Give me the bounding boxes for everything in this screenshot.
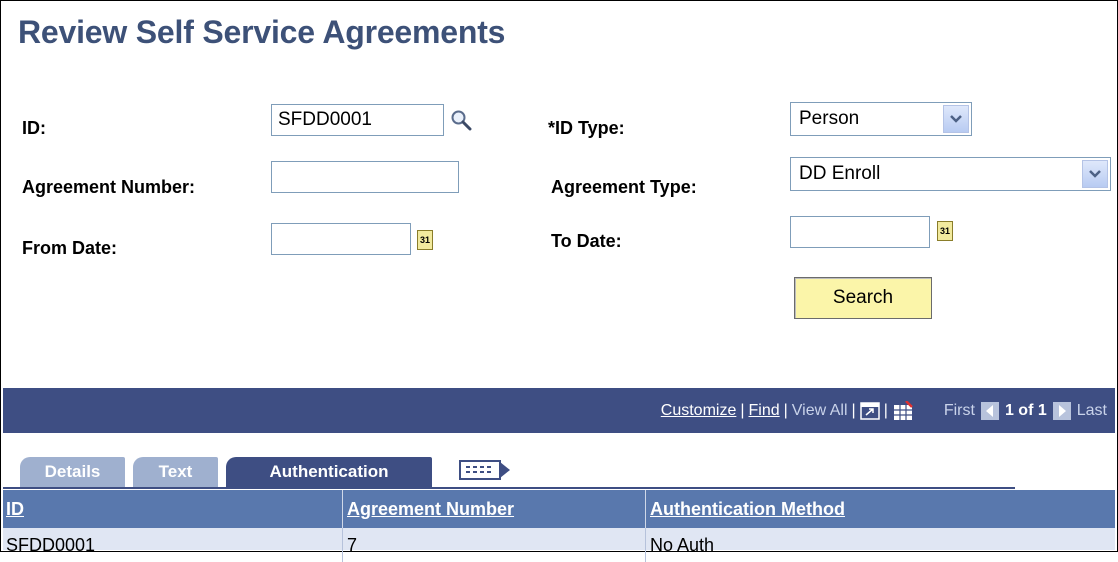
to-date-input[interactable] <box>790 216 930 248</box>
from-date-input[interactable] <box>271 223 411 255</box>
id-label: ID: <box>22 118 46 138</box>
column-header-id[interactable]: ID <box>3 490 343 528</box>
agreement-type-label: Agreement Type: <box>551 177 697 197</box>
column-header-agreement-number[interactable]: Agreement Number <box>344 490 646 528</box>
tab-details[interactable]: Details <box>20 457 125 487</box>
tab-underline <box>3 487 1015 489</box>
chevron-down-icon[interactable] <box>1082 160 1108 188</box>
previous-arrow-icon[interactable] <box>980 402 999 420</box>
calendar-icon[interactable]: 31 <box>417 230 433 250</box>
id-type-value: Person <box>799 108 860 129</box>
agreement-type-value: DD Enroll <box>799 163 881 184</box>
cell-agreement-number: 7 <box>344 528 646 562</box>
new-window-icon[interactable] <box>859 402 880 420</box>
search-button[interactable]: Search <box>794 277 932 319</box>
tab-authentication[interactable]: Authentication <box>226 457 432 487</box>
agreement-number-input[interactable] <box>271 161 459 193</box>
customize-link[interactable]: Customize <box>661 402 737 420</box>
next-arrow-icon[interactable] <box>1052 402 1071 420</box>
cell-id: SFDD0001 <box>3 528 343 562</box>
from-date-label: From Date: <box>22 238 118 258</box>
lookup-icon[interactable] <box>449 108 473 132</box>
tab-text[interactable]: Text <box>133 457 218 487</box>
id-type-label: *ID Type: <box>548 118 625 138</box>
first-link[interactable]: First <box>944 402 975 420</box>
page-count: 1 of 1 <box>1004 402 1047 419</box>
calendar-icon[interactable]: 31 <box>937 221 953 241</box>
id-type-select[interactable]: Person <box>790 102 972 136</box>
column-header-authentication-method[interactable]: Authentication Method <box>647 490 1115 528</box>
page-title: Review Self Service Agreements <box>18 14 506 50</box>
chevron-down-icon[interactable] <box>943 105 969 133</box>
id-input[interactable]: SFDD0001 <box>271 104 444 136</box>
show-all-columns-icon[interactable] <box>458 458 512 482</box>
table-header: ID Agreement Number Authentication Metho… <box>3 490 1115 528</box>
find-link[interactable]: Find <box>749 402 780 420</box>
agreement-number-label: Agreement Number: <box>22 177 196 197</box>
view-all-link[interactable]: View All <box>792 402 848 420</box>
table-row: SFDD0001 7 No Auth <box>3 528 1115 562</box>
cell-authentication-method: No Auth <box>650 534 715 555</box>
grid-navigation-bar: Customize | Find | View All | | First 1 … <box>3 388 1115 433</box>
agreement-type-select[interactable]: DD Enroll <box>790 157 1111 191</box>
spreadsheet-icon[interactable] <box>892 401 914 421</box>
to-date-label: To Date: <box>551 231 622 251</box>
last-link[interactable]: Last <box>1077 402 1107 420</box>
